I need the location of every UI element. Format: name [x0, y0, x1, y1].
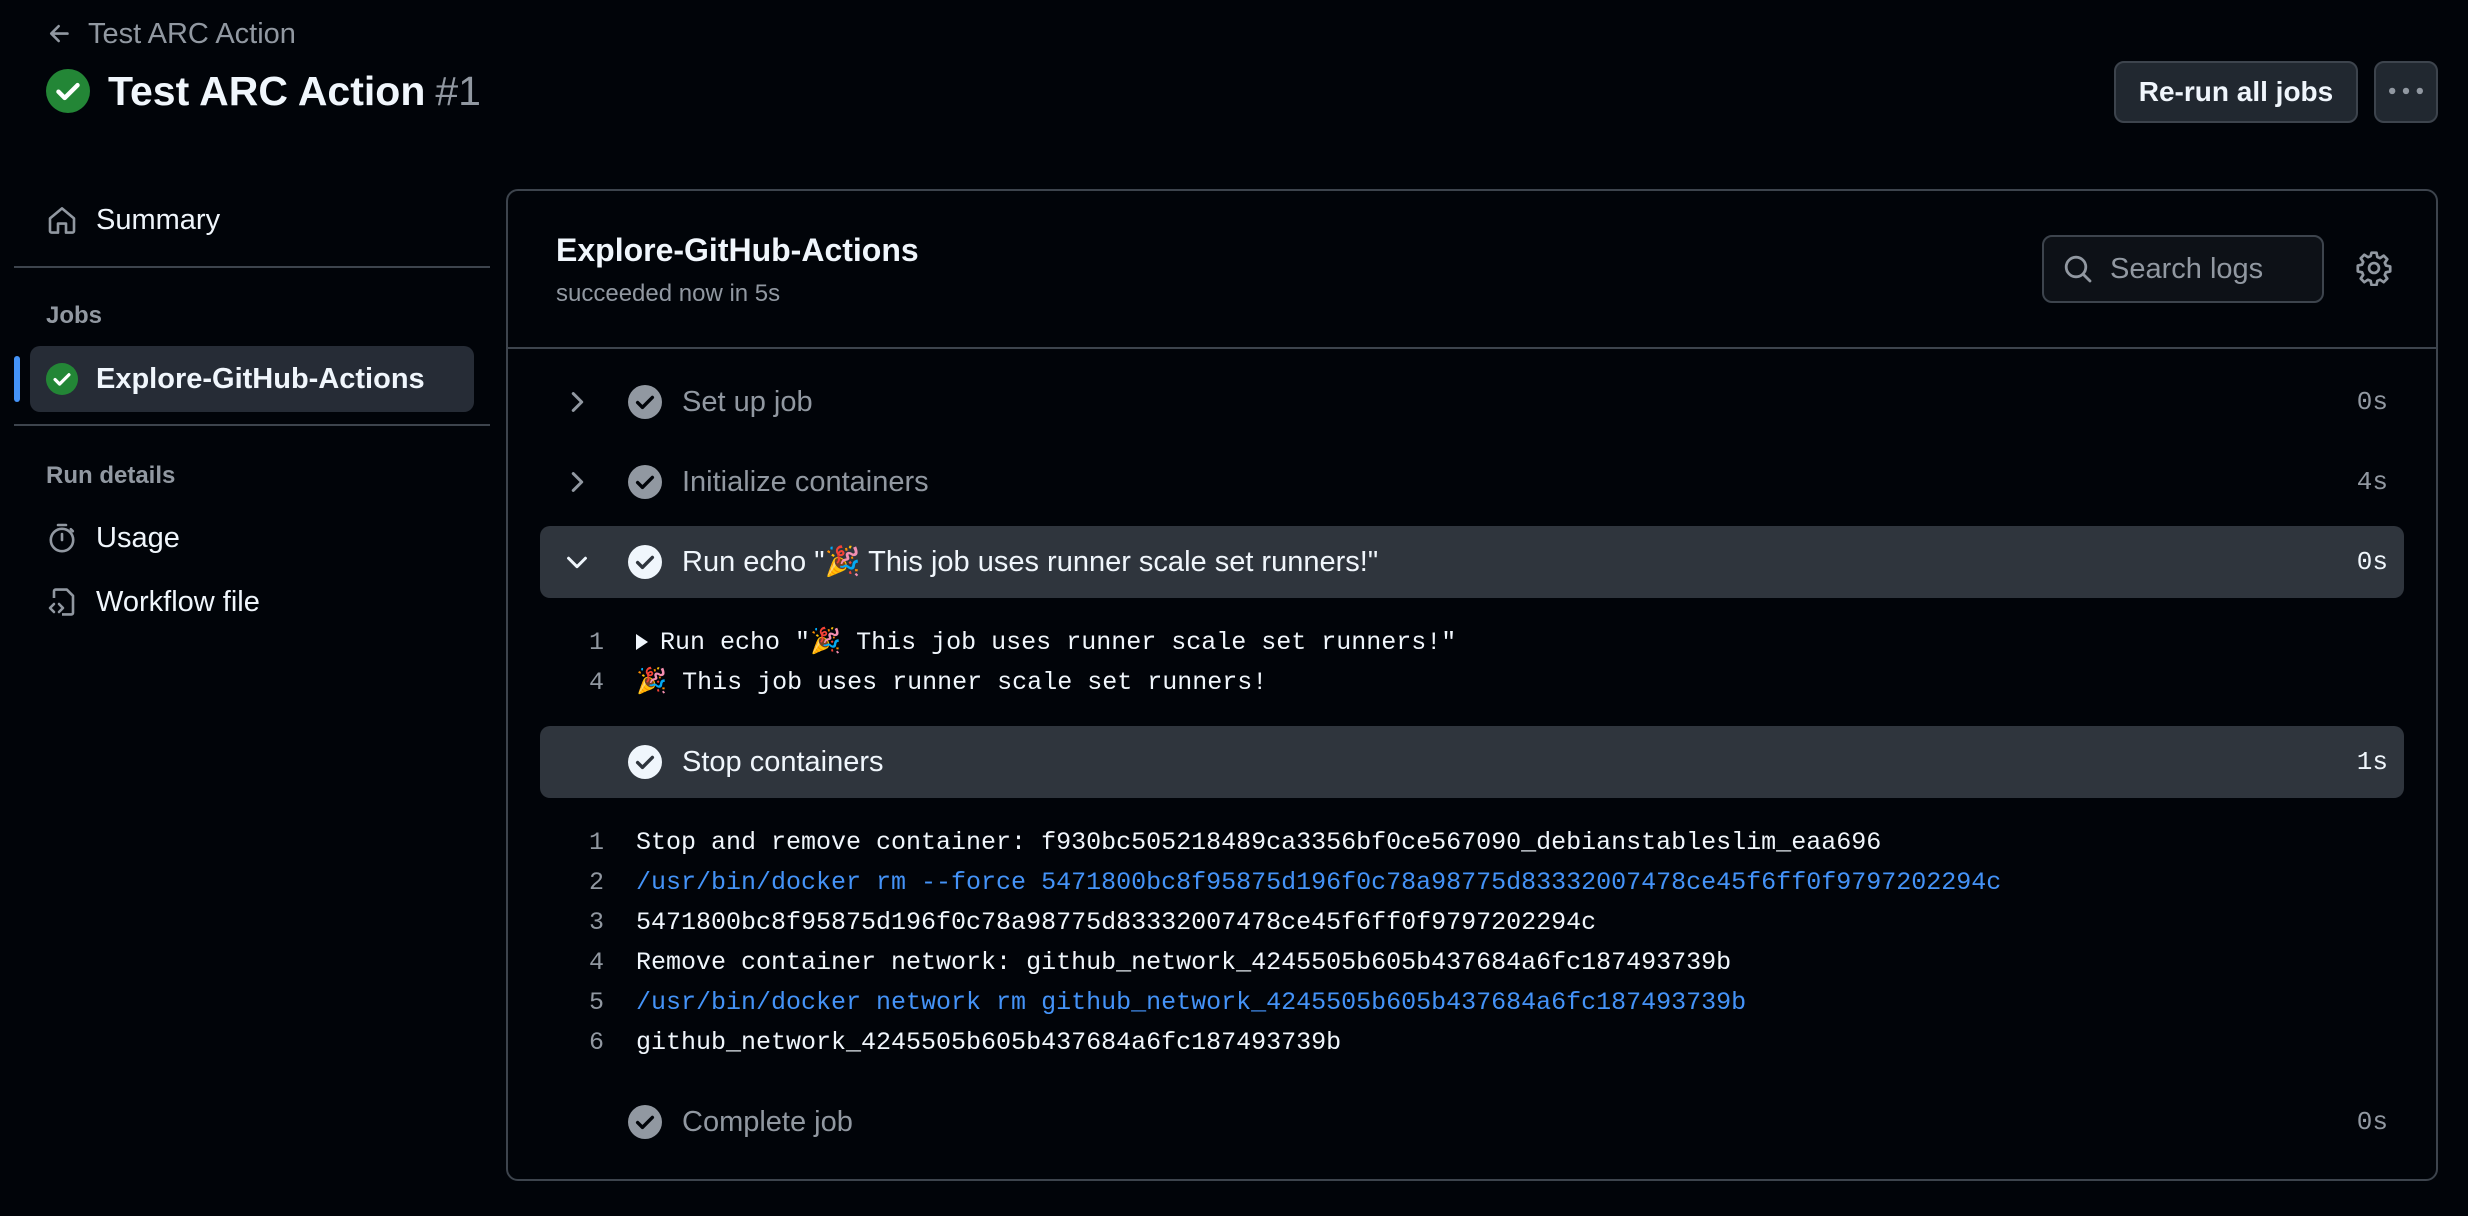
log-line[interactable]: 1 Stop and remove container: f930bc50521… [540, 822, 2404, 862]
log-line-number: 5 [588, 987, 604, 1017]
back-link-label: Test ARC Action [88, 17, 296, 50]
log-line-text: Run echo "🎉 This job uses runner scale s… [660, 628, 1457, 657]
sidebar-divider [14, 266, 490, 268]
step-run-echo[interactable]: Run echo "🎉 This job uses runner scale s… [540, 526, 2404, 598]
step-duration: 1s [2356, 747, 2388, 777]
step-duration: 0s [2356, 1107, 2388, 1137]
sidebar-item-workflow-file[interactable]: Workflow file [46, 580, 260, 624]
chevron-right-icon [571, 392, 584, 412]
log-line-number: 6 [588, 1027, 604, 1057]
check-circle-icon [628, 745, 662, 779]
log-line[interactable]: 4 Remove container network: github_netwo… [540, 942, 2404, 982]
chevron-right-icon [571, 472, 584, 492]
log-line-number: 3 [588, 907, 604, 937]
step-label: Complete job [682, 1105, 853, 1138]
step-label: Set up job [682, 385, 813, 418]
sidebar-item-label: Summary [96, 203, 221, 236]
step-duration: 0s [2356, 387, 2388, 417]
step-label: Initialize containers [682, 465, 929, 498]
log-line-number: 1 [588, 827, 604, 857]
arrow-left-icon [49, 24, 69, 43]
sidebar-item-job[interactable]: Explore-GitHub-Actions [30, 346, 474, 412]
sidebar-item-usage[interactable]: Usage [46, 516, 180, 560]
log-line-text: /usr/bin/docker network rm github_networ… [636, 987, 1747, 1017]
log-line[interactable]: 2 /usr/bin/docker rm --force 5471800bc8f… [540, 862, 2404, 902]
check-circle-icon [46, 69, 90, 113]
gear-icon[interactable] [2356, 250, 2392, 286]
log-line-number: 4 [588, 947, 604, 977]
step-duration: 0s [2356, 547, 2388, 577]
sidebar-item-label: Workflow file [96, 585, 260, 618]
log-line-number: 2 [588, 867, 604, 897]
back-link[interactable]: Test ARC Action [46, 16, 296, 52]
sidebar-item-summary[interactable]: Summary [46, 198, 220, 242]
log-line-text: github_network_4245505b605b437684a6fc187… [636, 1027, 1342, 1057]
workflow-name: Test ARC Action [108, 67, 426, 114]
step-complete-job[interactable]: Complete job 0s [540, 1086, 2404, 1158]
triangle-right-icon[interactable] [636, 634, 648, 650]
step-label: Run echo "🎉 This job uses runner scale s… [682, 546, 1379, 578]
check-circle-icon [628, 465, 662, 499]
sidebar-item-label: Explore-GitHub-Actions [96, 362, 425, 395]
log-line-text: Remove container network: github_network… [636, 947, 1732, 977]
log-line[interactable]: 3 5471800bc8f95875d196f0c78a98775d833320… [540, 902, 2404, 942]
check-circle-icon [628, 1105, 662, 1139]
log-line-text: /usr/bin/docker rm --force 5471800bc8f95… [636, 867, 2002, 897]
log-line-text: Stop and remove container: f930bc5052184… [636, 827, 1882, 857]
search-icon [2064, 255, 2092, 283]
log-line-number: 4 [588, 667, 604, 697]
step-stop-containers[interactable]: Stop containers 1s [540, 726, 2404, 798]
log-line[interactable]: 1 Run echo "🎉 This job uses runner scale… [540, 622, 2404, 662]
active-indicator [14, 356, 20, 402]
log-line-text: 5471800bc8f95875d196f0c78a98775d83332007… [636, 907, 1597, 937]
search-logs[interactable] [2042, 235, 2324, 303]
rerun-all-jobs-button[interactable]: Re-run all jobs [2114, 61, 2358, 123]
check-circle-icon [628, 545, 662, 579]
chevron-down-icon [567, 556, 587, 569]
step-set-up-job[interactable]: Set up job 0s [540, 366, 2404, 438]
sidebar-divider [14, 424, 490, 426]
search-input[interactable] [2110, 252, 2310, 286]
job-title: Explore-GitHub-Actions [556, 232, 919, 268]
check-circle-icon [46, 363, 78, 395]
log-line[interactable]: 5 /usr/bin/docker network rm github_netw… [540, 982, 2404, 1022]
kebab-horizontal-icon [2389, 87, 2423, 95]
step-duration: 4s [2356, 467, 2388, 497]
log-line-number: 1 [588, 627, 604, 657]
stopwatch-icon [49, 523, 75, 553]
step-initialize-containers[interactable]: Initialize containers 4s [540, 446, 2404, 518]
log-line[interactable]: 4 🎉 This job uses runner scale set runne… [540, 662, 2404, 702]
more-options-button[interactable] [2374, 61, 2438, 123]
job-status-text: succeeded now in 5s [556, 280, 781, 307]
run-details-heading: Run details [46, 462, 176, 489]
sidebar-item-label: Usage [96, 521, 180, 554]
log-line[interactable]: 6 github_network_4245505b605b437684a6fc1… [540, 1022, 2404, 1062]
log-line-text: 🎉 This job uses runner scale set runners… [636, 668, 1268, 697]
check-circle-icon [628, 385, 662, 419]
home-icon [48, 207, 76, 234]
jobs-heading: Jobs [46, 302, 103, 329]
panel-header-divider [508, 347, 2436, 349]
step-label: Stop containers [682, 745, 884, 778]
run-number: #1 [435, 67, 481, 114]
file-code-icon [48, 588, 75, 616]
page-title: Test ARC Action #1 [46, 64, 481, 118]
